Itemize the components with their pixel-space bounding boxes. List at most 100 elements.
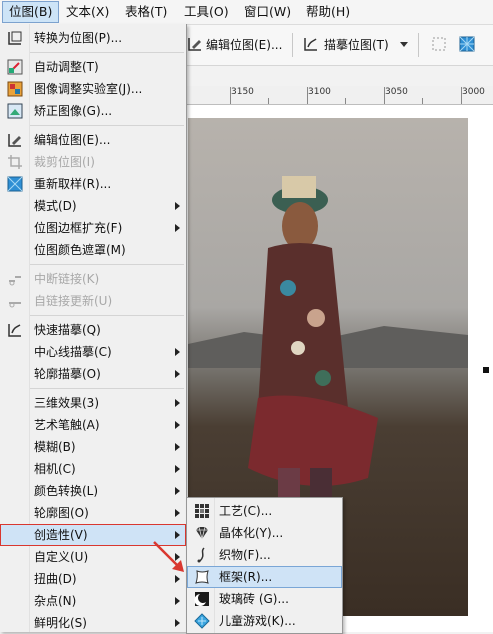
menu-item-label: 轮廓描摹(O) — [34, 367, 101, 381]
menu-item-label: 创造性(V) — [34, 528, 88, 542]
menu-item-label: 自动调整(T) — [34, 60, 99, 74]
resample-icon — [7, 176, 23, 192]
menu-separator — [30, 315, 184, 316]
menu-table[interactable]: 表格(T) — [119, 2, 173, 22]
menu-item-label: 三维效果(3) — [34, 396, 99, 410]
quick-trace-icon — [8, 324, 21, 337]
menu-item-auto-adjust[interactable]: 自动调整(T) — [0, 56, 186, 78]
submenu-arrow-icon — [175, 443, 180, 451]
menu-item-outline-trace[interactable]: 轮廓描摹(O) — [0, 363, 186, 385]
bitmap-mask-icon[interactable] — [430, 35, 448, 53]
toolbar-divider — [418, 33, 419, 57]
submenu-item-label: 儿童游戏(K)... — [219, 614, 296, 628]
image-adjust-lab-icon — [7, 81, 23, 97]
menu-item-camera[interactable]: 相机(C) — [0, 458, 186, 480]
edit-bitmap-icon — [188, 38, 201, 51]
submenu-item-crystalize[interactable]: 晶体化(Y)... — [187, 522, 342, 544]
submenu-item-crafts[interactable]: 工艺(C)... — [187, 500, 342, 522]
menu-item-contour[interactable]: 轮廓图(O) — [0, 502, 186, 524]
menu-item-label: 颜色转换(L) — [34, 484, 99, 498]
straighten-image-icon — [7, 103, 23, 119]
kids-play-icon — [194, 613, 210, 629]
edit-bitmap-button[interactable]: 编辑位图(E)... — [206, 35, 282, 55]
crystalize-icon — [196, 526, 208, 540]
menu-item-break-link[interactable]: 中断链接(K) — [0, 268, 186, 290]
crafts-icon — [195, 504, 209, 518]
convert-bitmap-icon — [8, 31, 22, 45]
menu-item-label: 图像调整实验室(J)... — [34, 82, 143, 96]
menu-item-label: 位图颜色遮罩(M) — [34, 243, 126, 257]
submenu-arrow-icon — [175, 370, 180, 378]
trace-bitmap-button[interactable]: 描摹位图(T) — [324, 35, 389, 55]
menu-bar: 位图(B) 文本(X) 表格(T) 工具(O) 窗口(W) 帮助(H) — [0, 0, 493, 25]
ruler-tick — [461, 87, 462, 104]
ruler-tick — [345, 98, 346, 104]
submenu-arrow-icon — [175, 509, 180, 517]
submenu-arrow-icon — [175, 224, 180, 232]
menu-item-convert-to-bitmap[interactable]: 转换为位图(P)... — [0, 27, 186, 49]
crop-bitmap-icon — [8, 155, 22, 169]
menu-item-label: 杂点(N) — [34, 594, 77, 608]
menu-item-label: 编辑位图(E)... — [34, 133, 111, 147]
resample-icon[interactable] — [458, 35, 476, 53]
menu-text[interactable]: 文本(X) — [60, 2, 115, 22]
menu-item-bitmap-border-expand[interactable]: 位图边框扩充(F) — [0, 217, 186, 239]
menu-item-art-strokes[interactable]: 艺术笔触(A) — [0, 414, 186, 436]
menu-tools[interactable]: 工具(O) — [178, 2, 235, 22]
menu-item-edit-bitmap[interactable]: 编辑位图(E)... — [0, 129, 186, 151]
menu-item-label: 鲜明化(S) — [34, 616, 87, 630]
menu-item-label: 转换为位图(P)... — [34, 31, 123, 45]
menu-item-label: 自链接更新(U) — [34, 294, 113, 308]
frame-icon — [195, 570, 209, 584]
menu-item-blur[interactable]: 模糊(B) — [0, 436, 186, 458]
menu-separator — [30, 52, 184, 53]
menu-item-centerline-trace[interactable]: 中心线描摹(C) — [0, 341, 186, 363]
submenu-item-label: 框架(R)... — [219, 570, 273, 584]
menu-item-straighten-image[interactable]: 矫正图像(G)... — [0, 100, 186, 122]
selection-handle[interactable] — [483, 367, 489, 373]
submenu-item-frame[interactable]: 框架(R)... — [187, 566, 342, 588]
menu-item-bitmap-color-mask[interactable]: 位图颜色遮罩(M) — [0, 239, 186, 261]
menu-window[interactable]: 窗口(W) — [238, 2, 297, 22]
menu-item-label: 模糊(B) — [34, 440, 76, 454]
submenu-item-fabric[interactable]: 织物(F)... — [187, 544, 342, 566]
menu-item-noise[interactable]: 杂点(N) — [0, 590, 186, 612]
ruler-label: 3150 — [231, 87, 254, 97]
chevron-down-icon[interactable] — [400, 42, 408, 47]
menu-item-color-transform[interactable]: 颜色转换(L) — [0, 480, 186, 502]
menu-item-label: 位图边框扩充(F) — [34, 221, 123, 235]
menu-item-update-link[interactable]: 自链接更新(U) — [0, 290, 186, 312]
menu-item-label: 中断链接(K) — [34, 272, 100, 286]
submenu-item-glass-block[interactable]: 玻璃砖 (G)... — [187, 588, 342, 610]
submenu-item-kids-play[interactable]: 儿童游戏(K)... — [187, 610, 342, 632]
break-link-icon — [9, 276, 21, 286]
submenu-item-label: 晶体化(Y)... — [219, 526, 284, 540]
submenu-arrow-icon — [175, 421, 180, 429]
menu-item-label: 扭曲(D) — [34, 572, 77, 586]
menu-item-sharpen[interactable]: 鲜明化(S) — [0, 612, 186, 634]
menu-item-image-adjust-lab[interactable]: 图像调整实验室(J)... — [0, 78, 186, 100]
menu-help[interactable]: 帮助(H) — [300, 2, 356, 22]
menu-item-mode[interactable]: 模式(D) — [0, 195, 186, 217]
glass-block-icon — [194, 592, 209, 606]
menu-item-label: 自定义(U) — [34, 550, 89, 564]
menu-separator — [30, 388, 184, 389]
menu-separator — [30, 125, 184, 126]
ruler-label: 3050 — [385, 87, 408, 97]
menu-item-label: 艺术笔触(A) — [34, 418, 100, 432]
menu-item-crop-bitmap[interactable]: 裁剪位图(I) — [0, 151, 186, 173]
submenu-arrow-icon — [175, 399, 180, 407]
submenu-item-label: 织物(F)... — [219, 548, 271, 562]
submenu-arrow-icon — [175, 348, 180, 356]
menu-item-resample[interactable]: 重新取样(R)... — [0, 173, 186, 195]
submenu-arrow-icon — [175, 597, 180, 605]
ruler-tick — [384, 87, 385, 104]
update-link-icon — [9, 302, 21, 308]
menu-bitmap[interactable]: 位图(B) — [2, 1, 60, 23]
menu-item-quick-trace[interactable]: 快速描摹(Q) — [0, 319, 186, 341]
ruler-label: 3100 — [308, 87, 331, 97]
menu-item-3d-effects[interactable]: 三维效果(3) — [0, 392, 186, 414]
submenu-arrow-icon — [175, 619, 180, 627]
ruler-tick — [422, 98, 423, 104]
menu-separator — [30, 264, 184, 265]
